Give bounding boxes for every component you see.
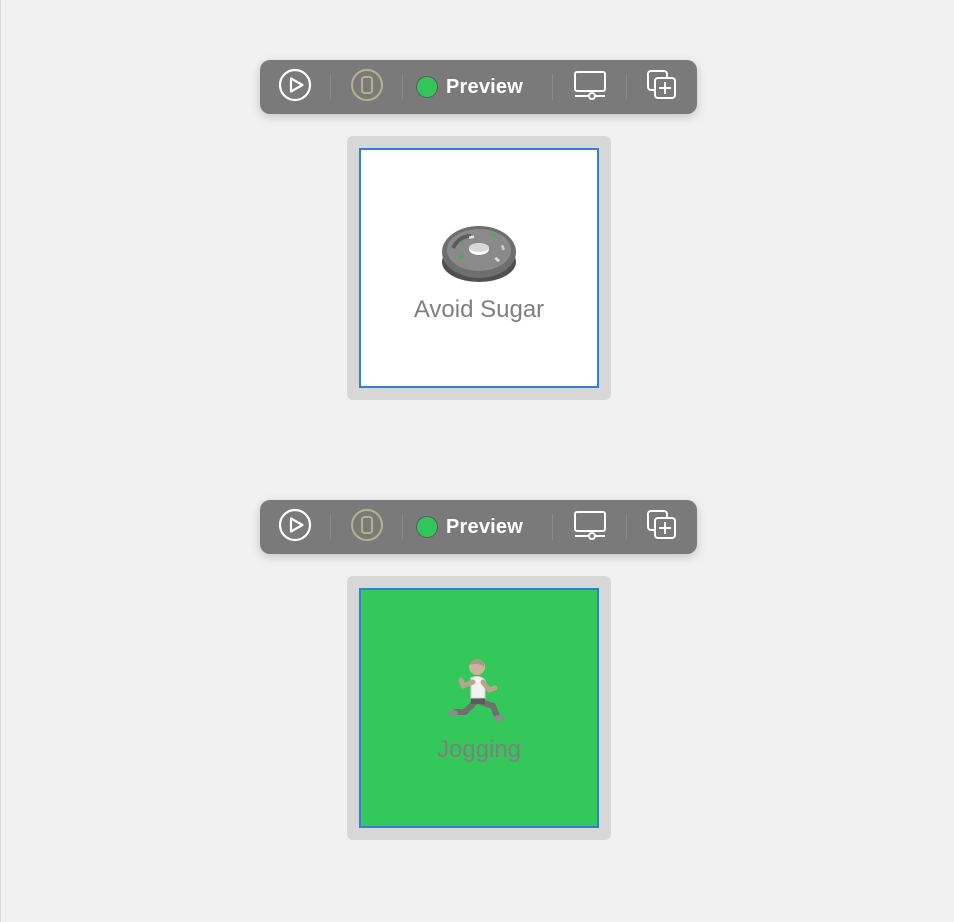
preview-status-button[interactable]: Preview: [416, 60, 536, 114]
toolbar-divider: [552, 514, 553, 540]
duplicate-icon: [644, 508, 680, 547]
device-preview-button[interactable]: [346, 60, 388, 114]
status-dot-icon: [416, 76, 438, 98]
preview-label: Preview: [446, 515, 524, 538]
play-circle-icon: [278, 68, 312, 107]
habit-card[interactable]: Jogging: [359, 588, 599, 828]
doughnut-icon: [439, 212, 519, 292]
live-preview-button[interactable]: [274, 60, 316, 114]
toolbar-divider: [626, 74, 627, 100]
toolbar-divider: [330, 74, 331, 100]
preview-toolbar: Preview: [260, 60, 697, 114]
device-icon: [350, 508, 384, 547]
habit-card[interactable]: Avoid Sugar: [359, 148, 599, 388]
preview-card-frame: Avoid Sugar: [347, 136, 611, 400]
duplicate-preview-button[interactable]: [640, 500, 684, 554]
preview-status-button[interactable]: Preview: [416, 500, 536, 554]
display-settings-button[interactable]: [568, 60, 612, 114]
display-settings-icon: [572, 68, 608, 107]
duplicate-icon: [644, 68, 680, 107]
preview-toolbar: Preview: [260, 500, 697, 554]
device-icon: [350, 68, 384, 107]
toolbar-divider: [626, 514, 627, 540]
preview-label: Preview: [446, 75, 524, 98]
preview-card-frame: Jogging: [347, 576, 611, 840]
device-preview-button[interactable]: [346, 500, 388, 554]
habit-title: Jogging: [436, 736, 522, 763]
toolbar-divider: [402, 74, 403, 100]
person-running-icon: [439, 652, 519, 732]
display-settings-icon: [572, 508, 608, 547]
status-dot-icon: [416, 516, 438, 538]
toolbar-divider: [330, 514, 331, 540]
toolbar-divider: [552, 74, 553, 100]
display-settings-button[interactable]: [568, 500, 612, 554]
habit-title: Avoid Sugar: [413, 296, 545, 323]
play-circle-icon: [278, 508, 312, 547]
preview-canvas: Preview Avoid Sugar Preview Jogging: [0, 0, 954, 922]
live-preview-button[interactable]: [274, 500, 316, 554]
duplicate-preview-button[interactable]: [640, 60, 684, 114]
toolbar-divider: [402, 514, 403, 540]
